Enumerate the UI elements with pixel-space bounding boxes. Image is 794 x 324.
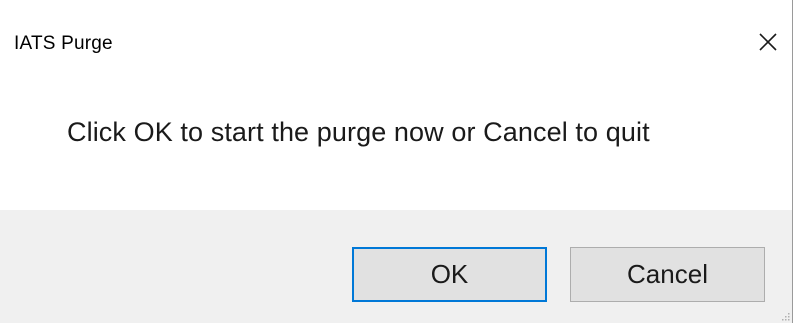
purge-dialog: IATS Purge Click OK to start the purge n… (0, 0, 793, 323)
close-icon (759, 33, 777, 51)
cancel-button[interactable]: Cancel (570, 247, 765, 302)
title-bar: IATS Purge (0, 0, 792, 84)
close-button[interactable] (744, 18, 792, 66)
ok-button[interactable]: OK (352, 247, 547, 302)
button-bar: OK Cancel (0, 210, 792, 323)
window-title: IATS Purge (14, 33, 113, 54)
dialog-message: Click OK to start the purge now or Cance… (67, 117, 650, 147)
resize-grip-icon[interactable] (782, 313, 790, 321)
